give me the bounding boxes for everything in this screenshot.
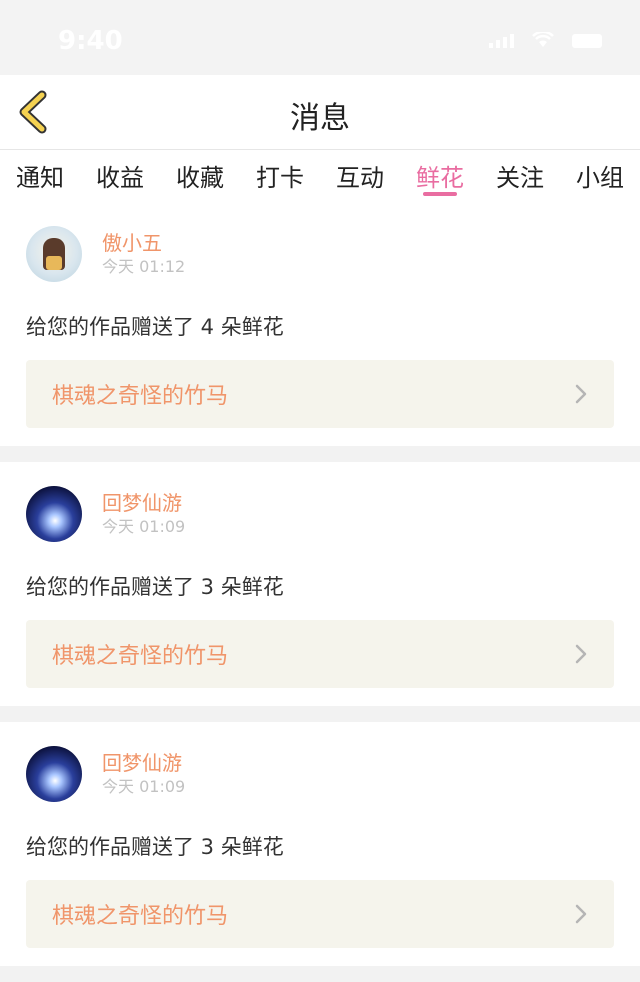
nav-bar: 消息 [0, 75, 640, 150]
timestamp: 今天 01:09 [102, 517, 186, 536]
work-title: 棋魂之奇怪的竹马 [52, 904, 229, 929]
page-title: 消息 [290, 101, 350, 136]
chevron-right-icon [575, 384, 587, 404]
user-info: 回梦仙游 今天 01:09 [102, 490, 185, 538]
user-info: 傲小五 今天 01:12 [102, 230, 185, 278]
message-header: 回梦仙游 今天 01:09 [26, 480, 614, 548]
tab-earnings[interactable]: 收益 [80, 150, 160, 202]
avatar[interactable] [26, 746, 82, 802]
message-text: 给您的作品赠送了 4 朵鲜花 [26, 315, 284, 339]
message-card: 回梦仙游 今天 01:09 给您的作品赠送了 3 朵鲜花 棋魂之奇怪的竹马 [0, 722, 640, 966]
message-card: 傲小五 今天 01:12 给您的作品赠送了 4 朵鲜花 棋魂之奇怪的竹马 [0, 202, 640, 446]
username[interactable]: 傲小五 [102, 230, 185, 256]
tab-favorites[interactable]: 收藏 [160, 150, 240, 202]
tab-interaction[interactable]: 互动 [320, 150, 400, 202]
tab-bar: 通知 收益 收藏 打卡 互动 鲜花 关注 小组 [0, 150, 640, 202]
timestamp: 今天 01:12 [102, 257, 186, 276]
message-text: 给您的作品赠送了 3 朵鲜花 [26, 835, 284, 859]
tab-checkin[interactable]: 打卡 [240, 150, 320, 202]
username[interactable]: 回梦仙游 [102, 490, 185, 516]
battery-icon [572, 34, 602, 48]
message-card: 回梦仙游 今天 01:09 给您的作品赠送了 3 朵鲜花 棋魂之奇怪的竹马 [0, 462, 640, 706]
tab-groups[interactable]: 小组 [560, 150, 640, 202]
work-title: 棋魂之奇怪的竹马 [52, 384, 229, 409]
status-time: 9:40 [58, 26, 123, 56]
work-link[interactable]: 棋魂之奇怪的竹马 [26, 880, 614, 948]
signal-icon [489, 34, 514, 48]
work-link[interactable]: 棋魂之奇怪的竹马 [26, 620, 614, 688]
chevron-right-icon [575, 904, 587, 924]
work-link[interactable]: 棋魂之奇怪的竹马 [26, 360, 614, 428]
tab-notice[interactable]: 通知 [0, 150, 80, 202]
username[interactable]: 回梦仙游 [102, 750, 185, 776]
message-header: 回梦仙游 今天 01:09 [26, 740, 614, 808]
tab-follow[interactable]: 关注 [480, 150, 560, 202]
status-icons [489, 32, 602, 48]
message-header: 傲小五 今天 01:12 [26, 220, 614, 288]
chevron-right-icon [575, 644, 587, 664]
work-title: 棋魂之奇怪的竹马 [52, 644, 229, 669]
user-info: 回梦仙游 今天 01:09 [102, 750, 185, 798]
tab-flowers[interactable]: 鲜花 [400, 150, 480, 202]
timestamp: 今天 01:09 [102, 777, 186, 796]
wifi-icon [532, 32, 554, 48]
avatar[interactable] [26, 486, 82, 542]
message-list: 傲小五 今天 01:12 给您的作品赠送了 4 朵鲜花 棋魂之奇怪的竹马 回梦仙… [0, 202, 640, 982]
message-text: 给您的作品赠送了 3 朵鲜花 [26, 575, 284, 599]
avatar[interactable] [26, 226, 82, 282]
status-bar: 9:40 [0, 0, 640, 75]
